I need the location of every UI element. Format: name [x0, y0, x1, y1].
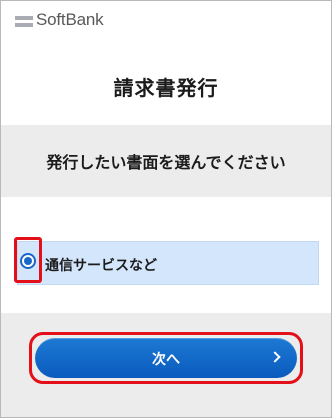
- button-highlight-box: [29, 332, 303, 384]
- section-heading-band: 発行したい書面を選んでください: [1, 125, 331, 197]
- section-heading: 発行したい書面を選んでください: [46, 153, 286, 172]
- option-list: 通信サービスなど: [1, 197, 331, 313]
- title-area: 請求書発行: [1, 45, 331, 125]
- option-label: 通信サービスなど: [45, 258, 157, 274]
- brand-logo-text: SoftBank: [36, 10, 104, 29]
- site-header: SoftBank: [1, 1, 331, 45]
- radio-highlight-box: [14, 237, 42, 283]
- action-area: 次へ: [1, 313, 331, 417]
- softbank-logo-icon: [15, 15, 33, 29]
- page-title: 請求書発行: [113, 76, 219, 100]
- page-frame: SoftBank 請求書発行 発行したい書面を選んでください 通信サービスなど …: [0, 0, 332, 418]
